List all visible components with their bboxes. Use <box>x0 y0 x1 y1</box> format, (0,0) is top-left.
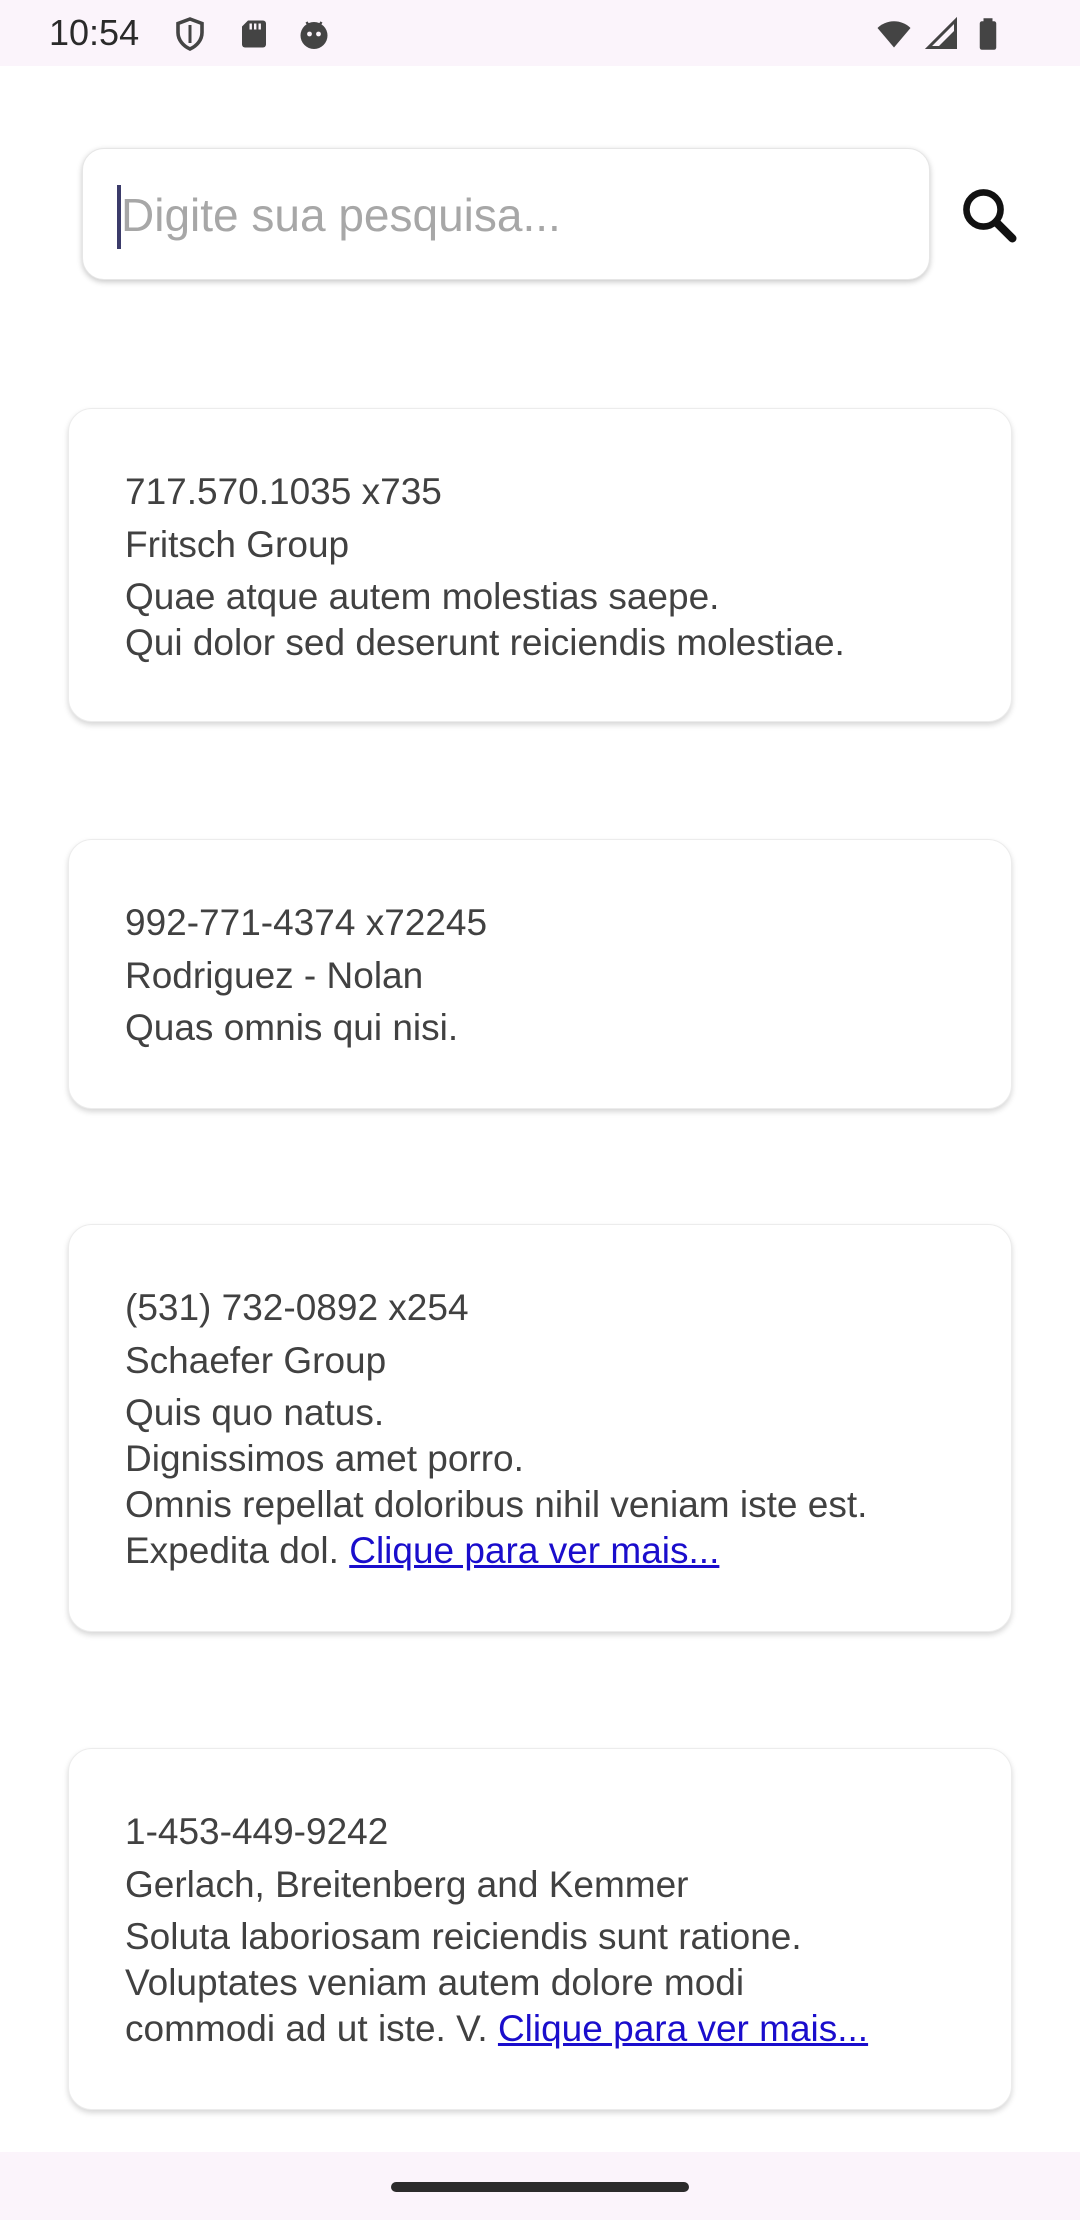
search-box[interactable] <box>82 148 930 280</box>
wifi-icon <box>876 16 912 52</box>
card-phone: 717.570.1035 x735 <box>125 471 442 512</box>
status-bar: 10:54 <box>0 0 1080 66</box>
text-cursor <box>117 185 121 249</box>
search-button[interactable] <box>956 182 1022 248</box>
card-description: Soluta laboriosam reiciendis sunt ration… <box>125 1914 971 2052</box>
card-description: Quas omnis qui nisi. <box>125 1005 971 1051</box>
card-content: 717.570.1035 x735 Fritsch Group Quae atq… <box>125 465 971 666</box>
signal-icon <box>924 16 960 52</box>
card-description: Quis quo natus. Dignissimos amet porro. … <box>125 1390 971 1574</box>
card-description-text: Quas omnis qui nisi. <box>125 1007 459 1048</box>
card-company: Gerlach, Breitenberg and Kemmer <box>125 1864 689 1905</box>
card-content: 1-453-449-9242 Gerlach, Breitenberg and … <box>125 1805 971 2052</box>
search-input[interactable] <box>117 179 901 251</box>
card-phone: (531) 732-0892 x254 <box>125 1287 469 1328</box>
shield-icon <box>172 16 208 52</box>
card-content: 992-771-4374 x72245 Rodriguez - Nolan Qu… <box>125 896 971 1051</box>
search-icon <box>963 189 1017 243</box>
card-company: Fritsch Group <box>125 524 350 565</box>
card-description: Quae atque autem molestias saepe. Qui do… <box>125 574 971 666</box>
card-phone: 1-453-449-9242 <box>125 1811 389 1852</box>
contact-card[interactable]: 717.570.1035 x735 Fritsch Group Quae atq… <box>68 408 1012 722</box>
card-company: Schaefer Group <box>125 1340 387 1381</box>
contact-card[interactable]: (531) 732-0892 x254 Schaefer Group Quis … <box>68 1224 1012 1632</box>
android-debug-icon <box>296 16 332 52</box>
navigation-bar <box>0 2152 1080 2220</box>
see-more-link[interactable]: Clique para ver mais... <box>349 1530 719 1571</box>
home-indicator[interactable] <box>391 2182 689 2192</box>
contact-card[interactable]: 1-453-449-9242 Gerlach, Breitenberg and … <box>68 1748 1012 2110</box>
card-description-text: Quae atque autem molestias saepe. Qui do… <box>125 576 845 663</box>
card-company: Rodriguez - Nolan <box>125 955 424 996</box>
card-content: (531) 732-0892 x254 Schaefer Group Quis … <box>125 1281 971 1574</box>
card-phone: 992-771-4374 x72245 <box>125 902 488 943</box>
battery-icon <box>970 16 1006 52</box>
sd-card-icon <box>236 16 272 52</box>
contact-card[interactable]: 992-771-4374 x72245 Rodriguez - Nolan Qu… <box>68 839 1012 1109</box>
see-more-link[interactable]: Clique para ver mais... <box>498 2008 868 2049</box>
status-time: 10:54 <box>49 12 140 53</box>
